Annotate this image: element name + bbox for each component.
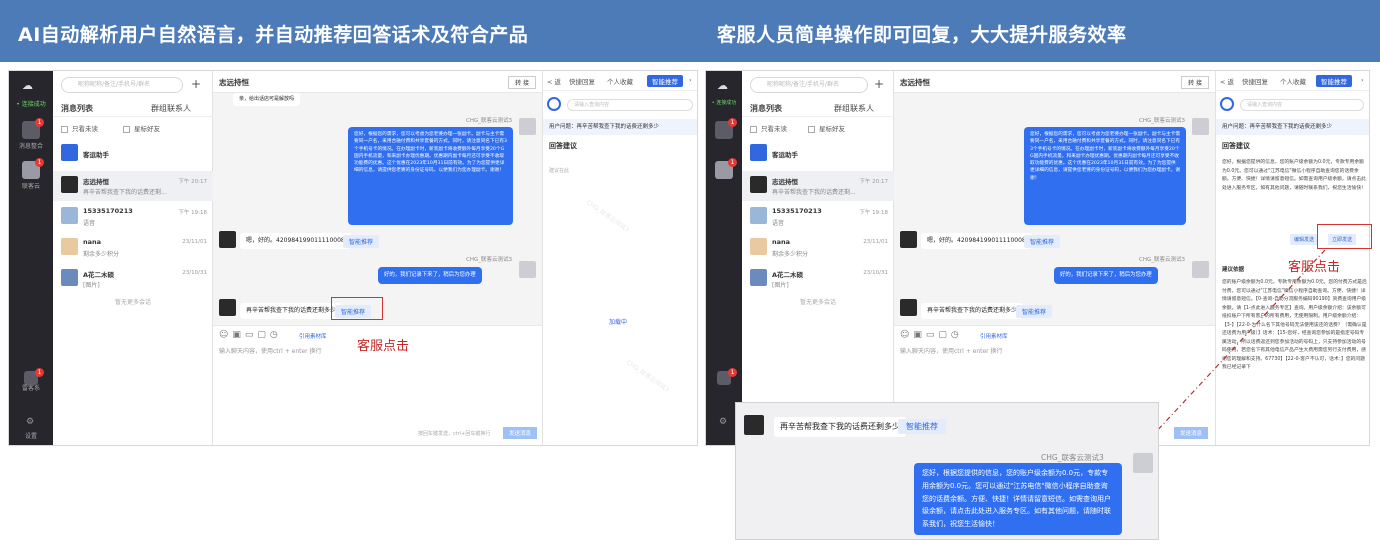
avatar	[744, 415, 764, 435]
agent-name: CHG_联客云测试3	[1041, 453, 1104, 462]
arrow-connector	[1127, 249, 1326, 463]
zoom-overlay: 再辛苦帮我查下我的话费还剩多少 智能推荐 CHG_联客云测试3 您好，根据您提供…	[735, 402, 1159, 540]
smart-recommend-button[interactable]: 智能推荐	[898, 419, 946, 434]
user-message: 再辛苦帮我查下我的话费还剩多少	[774, 417, 906, 437]
zoomed-agent-reply: 您好，根据您提供的信息，您的账户级余额为0.0元，专款专用余额为0.0元。您可以…	[914, 463, 1122, 535]
avatar	[1133, 453, 1153, 473]
